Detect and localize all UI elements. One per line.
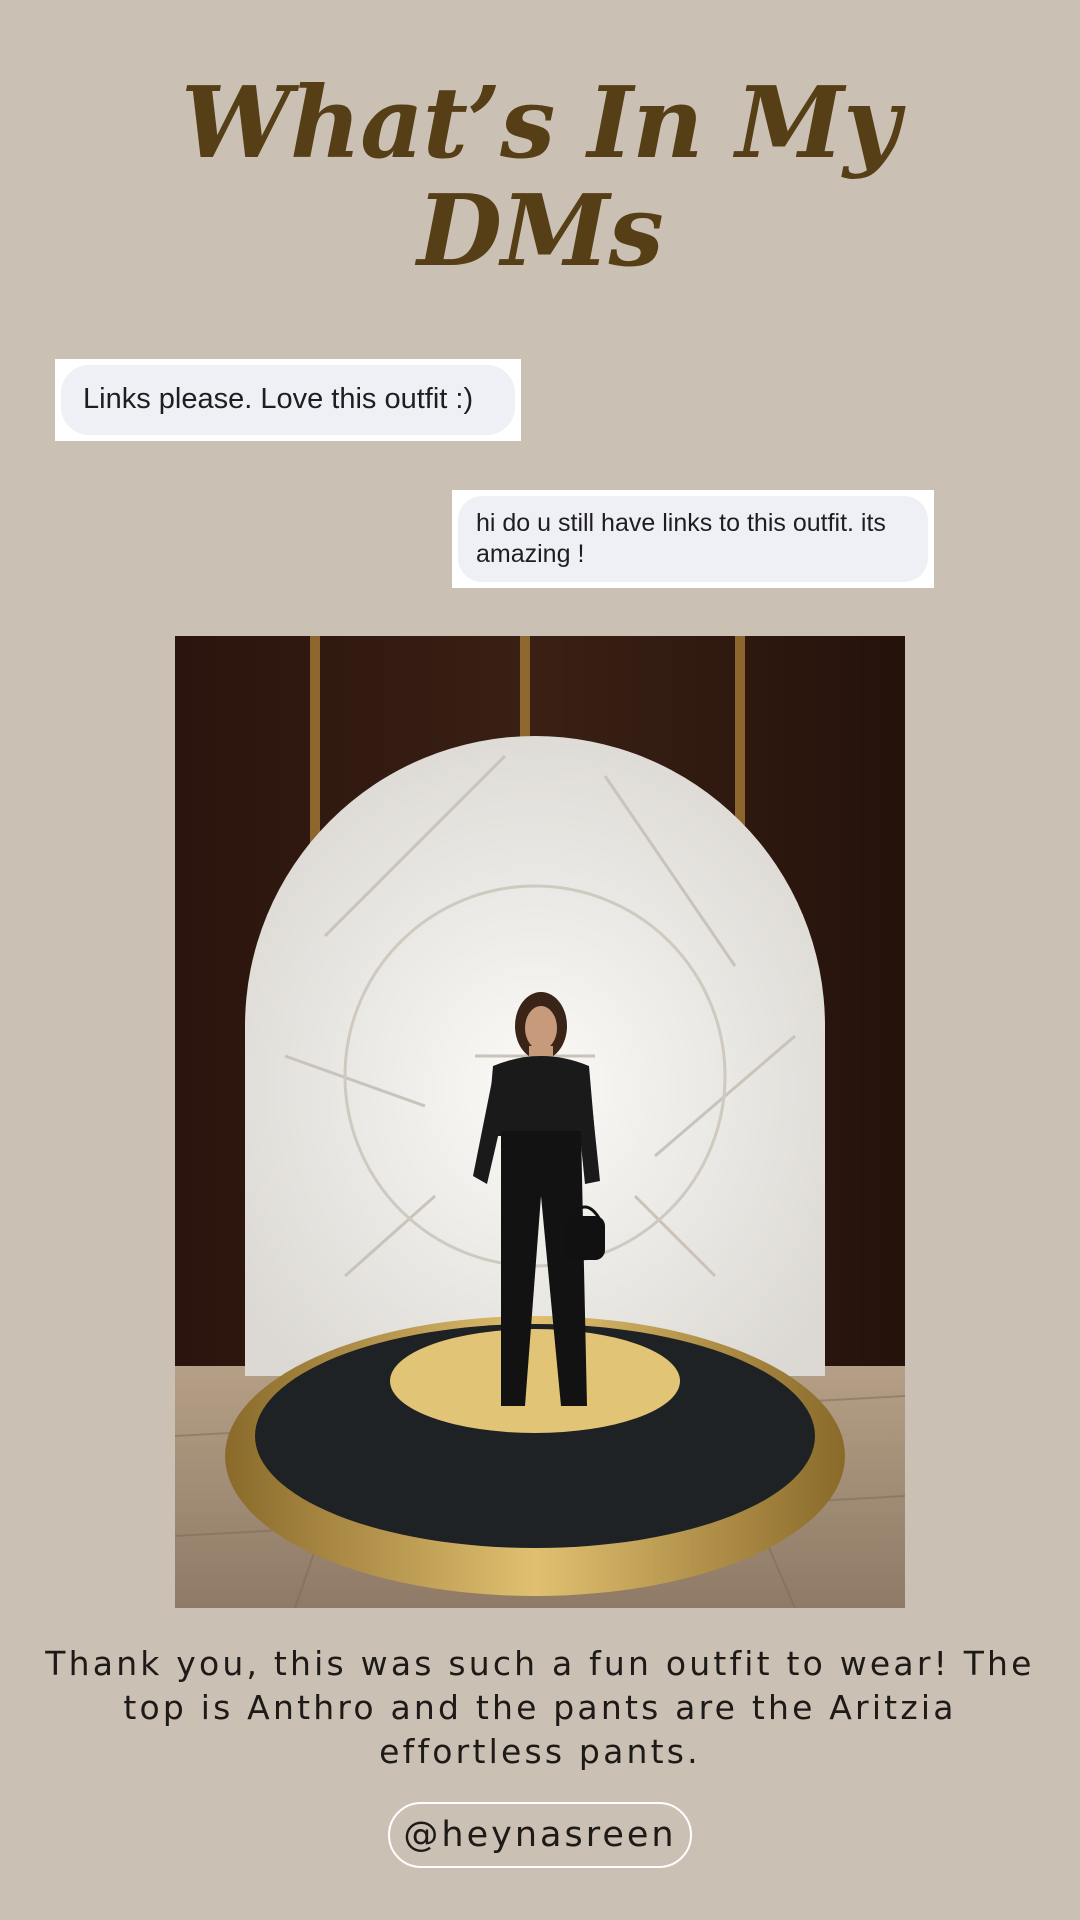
dm-message-text: hi do u still have links to this outfit.… — [458, 496, 928, 582]
dm-message-text: Links please. Love this outfit :) — [61, 365, 515, 435]
title-line-1: What’s In My — [180, 66, 900, 181]
dm-message-1: Links please. Love this outfit :) — [55, 359, 521, 441]
page-title: What’s In My DMs — [0, 70, 1080, 286]
title-line-2: DMs — [417, 174, 664, 289]
handle-badge[interactable]: @heynasreen — [388, 1802, 692, 1868]
caption-text: Thank you, this was such a fun outfit to… — [45, 1644, 1035, 1771]
dm-message-2: hi do u still have links to this outfit.… — [452, 490, 934, 588]
outfit-photo-illustration — [175, 636, 905, 1608]
outfit-photo — [175, 636, 905, 1608]
